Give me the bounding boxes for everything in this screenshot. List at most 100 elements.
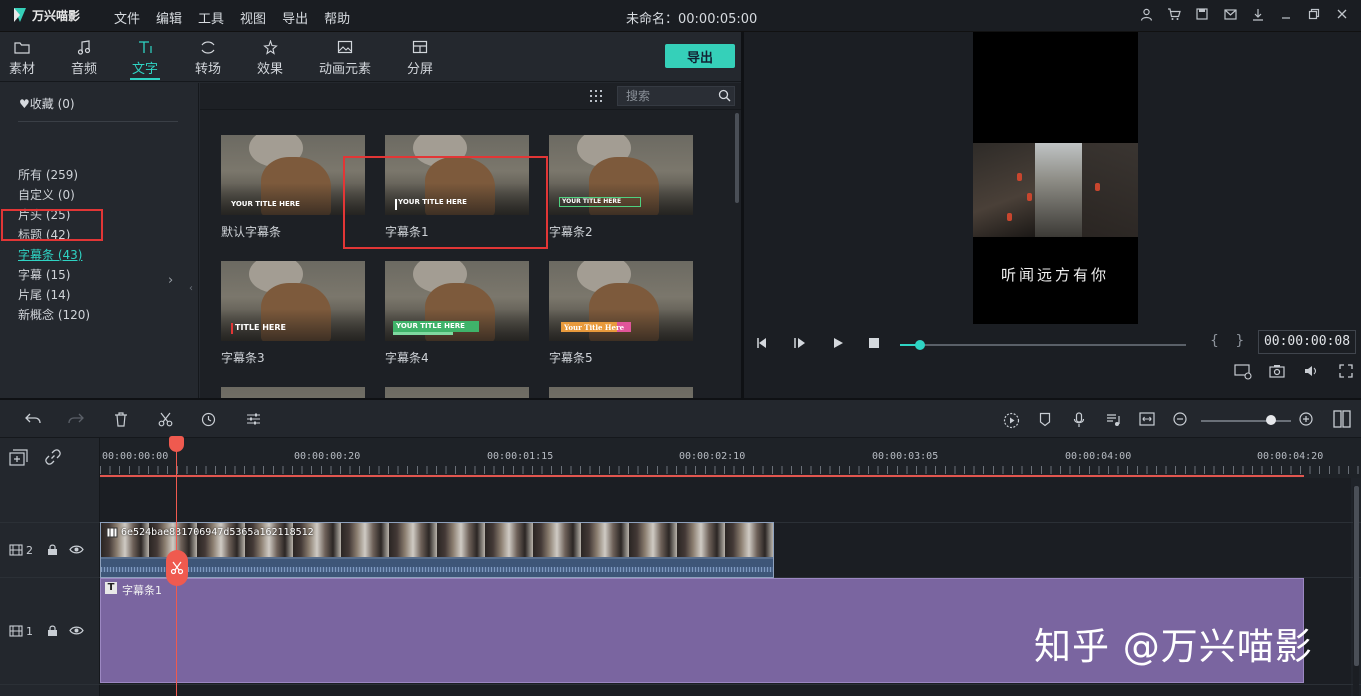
tab-split-screen[interactable]: 分屏: [407, 40, 433, 77]
category-item[interactable]: 自定义 (0): [18, 186, 75, 203]
tab-audio[interactable]: 音频: [71, 40, 97, 77]
redo-icon[interactable]: [67, 412, 85, 430]
template-thumbnail[interactable]: TITLE HERE: [221, 261, 365, 341]
close-icon[interactable]: [1335, 7, 1349, 21]
video-clip[interactable]: 6e524bae831706947d5365a162118512: [100, 522, 774, 578]
render-preview-icon[interactable]: [1234, 364, 1252, 380]
film-strip-icon: [106, 527, 118, 541]
category-item[interactable]: 片尾 (14): [18, 286, 70, 303]
category-item[interactable]: 所有 (259): [18, 166, 78, 183]
app-logo-icon: [14, 8, 26, 22]
zoom-slider-track[interactable]: [1201, 420, 1291, 422]
document-title: 未命名：00:00:05:00: [626, 12, 758, 27]
microphone-icon[interactable]: [1070, 412, 1088, 430]
thumbnail-caption: YOUR TITLE HERE: [231, 200, 300, 208]
template-thumbnail[interactable]: Your Title Here: [549, 261, 693, 341]
divider: [200, 109, 741, 110]
scrollbar[interactable]: [735, 113, 739, 203]
template-thumbnail[interactable]: YOUR TITLE HERE: [385, 261, 529, 341]
tab-transition[interactable]: 转场: [195, 40, 221, 77]
render-icon[interactable]: [1002, 412, 1020, 430]
panel-layout-icon[interactable]: [1333, 410, 1351, 428]
adjust-icon[interactable]: [244, 412, 262, 430]
music-note-icon: [71, 40, 97, 58]
eye-icon[interactable]: [69, 544, 84, 558]
mail-icon[interactable]: [1223, 7, 1237, 21]
lock-icon[interactable]: [47, 625, 58, 640]
collapse-panel-icon[interactable]: ‹: [189, 283, 193, 294]
template-thumbnail[interactable]: [385, 387, 529, 398]
menu-help[interactable]: 帮助: [324, 8, 350, 27]
snapshot-camera-icon[interactable]: [1269, 364, 1285, 380]
divider: [18, 121, 178, 122]
menu-view[interactable]: 视图: [240, 8, 266, 27]
undo-icon[interactable]: [24, 412, 42, 430]
delete-icon[interactable]: [112, 412, 130, 430]
restore-icon[interactable]: [1307, 7, 1321, 21]
category-item[interactable]: 字幕 (15): [18, 266, 70, 283]
playhead-handle[interactable]: [169, 436, 184, 452]
tab-text[interactable]: 文字: [129, 40, 161, 80]
menu-tools[interactable]: 工具: [198, 8, 224, 27]
eye-icon[interactable]: [69, 625, 84, 639]
tab-media[interactable]: 素材: [9, 40, 35, 77]
transition-icon: [195, 40, 221, 58]
download-icon[interactable]: [1251, 7, 1265, 21]
zoom-in-icon[interactable]: [1297, 412, 1315, 430]
template-thumbnail[interactable]: [549, 387, 693, 398]
export-button[interactable]: 导出: [665, 44, 735, 68]
marker-icon[interactable]: [1036, 412, 1054, 430]
mark-in-out-icon[interactable]: { }: [1210, 333, 1250, 349]
play-icon[interactable]: [830, 337, 846, 353]
scissors-icon[interactable]: [156, 412, 174, 430]
thumbnail-caption: TITLE HERE: [235, 323, 287, 332]
track-number: 2: [26, 544, 33, 557]
timeline-scrollbar[interactable]: [1353, 486, 1359, 696]
clock-icon[interactable]: [199, 412, 217, 430]
app-name: 万兴喵影: [32, 9, 81, 23]
audio-mixer-icon[interactable]: [1104, 412, 1122, 430]
stop-icon[interactable]: [866, 337, 882, 353]
menu-file[interactable]: 文件: [114, 8, 140, 27]
next-frame-icon[interactable]: [792, 337, 808, 353]
timeline-ruler[interactable]: 00:00:00:00 00:00:00:20 00:00:01:15 00:0…: [100, 438, 1361, 478]
category-item-active[interactable]: 字幕条 (43): [18, 246, 82, 263]
zoom-out-icon[interactable]: [1171, 412, 1189, 430]
thumbnail-caption: YOUR TITLE HERE: [396, 322, 465, 330]
effects-icon: [257, 39, 283, 58]
fit-timeline-icon[interactable]: [1138, 412, 1156, 430]
template-thumbnail[interactable]: [221, 387, 365, 398]
link-icon[interactable]: [45, 449, 61, 468]
template-thumbnail[interactable]: YOUR TITLE HERE: [549, 135, 693, 215]
menu-edit[interactable]: 编辑: [156, 8, 182, 27]
seek-bar[interactable]: [900, 344, 1186, 346]
grid-view-icon[interactable]: [589, 89, 603, 103]
thumbnail-label: 字幕条2: [549, 225, 593, 239]
cart-icon[interactable]: [1167, 7, 1181, 21]
category-item[interactable]: 新概念 (120): [18, 306, 90, 323]
minimize-icon[interactable]: [1279, 7, 1293, 21]
lock-icon[interactable]: [47, 544, 58, 559]
ruler-tick-label: 00:00:04:20: [1257, 451, 1324, 462]
save-icon[interactable]: [1195, 7, 1209, 21]
category-favorites[interactable]: ♥收藏 (0): [19, 95, 75, 112]
fullscreen-icon[interactable]: [1338, 364, 1354, 380]
text-icon: [132, 40, 158, 58]
volume-icon[interactable]: [1304, 364, 1320, 380]
video-preview: 听闻远方有你: [973, 32, 1138, 324]
seek-handle[interactable]: [915, 340, 926, 350]
scissors-icon[interactable]: [166, 550, 188, 586]
menu-export[interactable]: 导出: [282, 8, 308, 27]
tab-elements[interactable]: 动画元素: [319, 40, 371, 77]
add-track-icon[interactable]: [9, 449, 29, 470]
search-icon[interactable]: [718, 89, 732, 103]
template-highlight-box: [343, 156, 548, 249]
zoom-slider-handle[interactable]: [1266, 415, 1276, 425]
user-icon[interactable]: [1139, 7, 1153, 21]
tab-effects[interactable]: 效果: [257, 39, 283, 77]
tab-label: 转场: [195, 62, 222, 77]
chevron-right-icon[interactable]: ›: [168, 273, 173, 288]
prev-frame-icon[interactable]: [755, 337, 771, 353]
track-separator: [0, 684, 1361, 685]
work-area-bar[interactable]: [100, 475, 1304, 477]
